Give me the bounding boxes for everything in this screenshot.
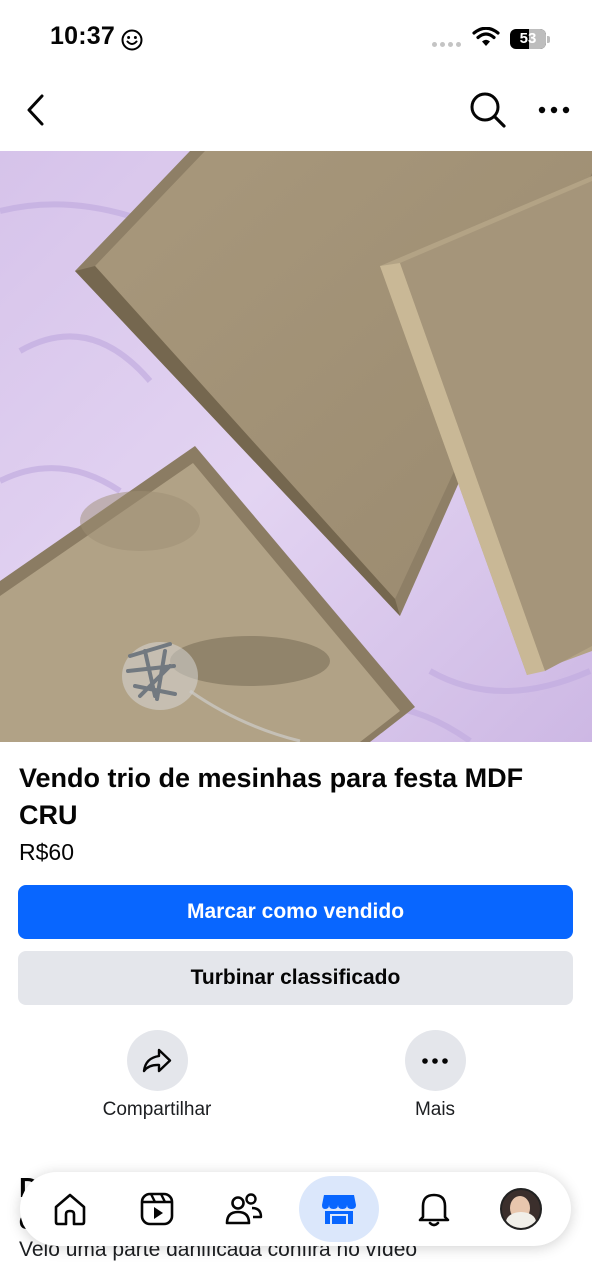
cellular-signal-icon [432,42,461,47]
chevron-left-icon [27,94,44,126]
more-action[interactable]: Mais [355,1030,515,1121]
status-bar: 10:37 53 [0,0,592,80]
tab-home[interactable] [38,1177,102,1241]
listing-photo[interactable] [0,151,592,742]
share-button[interactable] [126,1030,188,1091]
battery-icon: 53 [510,29,550,49]
profile-avatar [500,1188,543,1230]
share-arrow-icon [142,1048,172,1072]
friends-icon [225,1193,263,1225]
search-icon [470,92,506,128]
share-action[interactable]: Compartilhar [77,1030,237,1121]
smiley-icon [121,29,143,51]
tab-marketplace[interactable] [299,1176,380,1242]
tab-profile[interactable] [489,1177,553,1241]
bottom-tab-bar [20,1172,571,1246]
boost-listing-button[interactable]: Turbinar classificado [18,951,573,1005]
listing-photo-image [0,151,592,742]
more-label: Mais [414,1099,456,1120]
mark-as-sold-button[interactable]: Marcar como vendido [18,885,573,939]
home-icon [54,1193,85,1226]
back-button[interactable] [18,90,54,130]
listing-price: R$60 [19,839,74,865]
more-horizontal-icon [422,1057,448,1064]
tab-video[interactable] [125,1177,189,1241]
tab-notifications[interactable] [402,1177,466,1241]
video-icon [140,1192,174,1226]
marketplace-shop-icon [322,1195,357,1224]
tab-friends[interactable] [212,1177,276,1241]
search-button[interactable] [466,88,510,132]
wifi-icon [472,27,500,46]
battery-percent: 53 [519,30,537,47]
share-label: Compartilhar [102,1099,212,1120]
more-button[interactable] [404,1030,466,1091]
more-horizontal-icon [538,106,570,114]
bell-icon [418,1193,450,1227]
top-nav [0,80,592,142]
listing-title: Vendo trio de mesinhas para festa MDF CR… [19,763,524,830]
status-time: 10:37 [50,22,115,50]
more-options-button[interactable] [534,94,574,126]
